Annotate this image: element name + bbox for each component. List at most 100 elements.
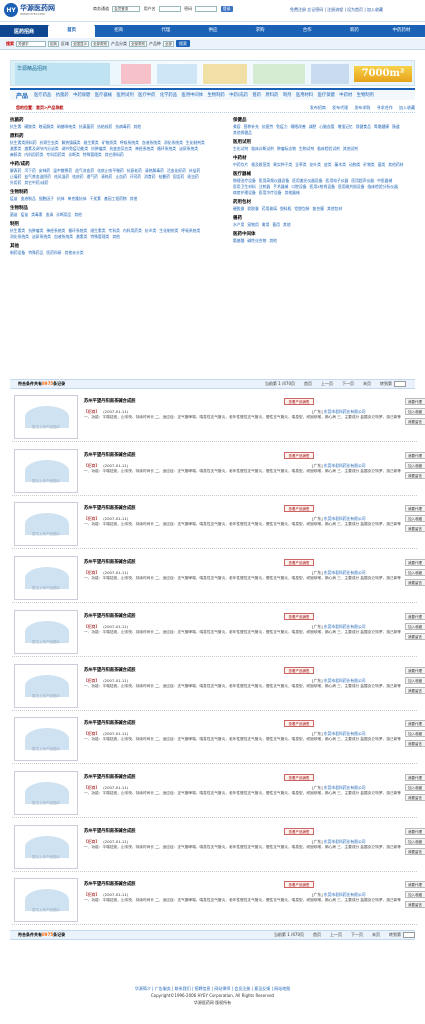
category-link[interactable]: 医用超声仪器 (351, 178, 374, 183)
category-link[interactable]: 温中散寒药 (53, 168, 72, 173)
message-button[interactable]: 我要留言 (405, 525, 425, 533)
category-link[interactable]: 生化制剂类 (159, 228, 178, 233)
category-link[interactable]: 制药设备 (10, 250, 25, 255)
category-link[interactable]: 免疫力 (276, 124, 287, 129)
category-link[interactable]: 血液系统类 (54, 234, 73, 239)
category-link[interactable]: 外用药 (10, 180, 21, 185)
category-link[interactable]: 内科用药类 (24, 152, 43, 157)
agent-button[interactable]: 我要代理 (405, 881, 425, 889)
nav-item[interactable]: 供应 (189, 25, 236, 37)
category-link[interactable]: 生化制剂类 (186, 140, 205, 145)
category-link[interactable]: 禽用 (262, 222, 270, 227)
category-link[interactable]: 医药科研 (46, 250, 61, 255)
company-link[interactable]: 东莞市君科药业有限公司 (324, 678, 366, 683)
company-link[interactable]: 东莞市君科药业有限公司 (324, 731, 366, 736)
category-title[interactable]: 医药中间体 (233, 231, 418, 237)
category-link[interactable]: 抗衰老药 (127, 168, 142, 173)
product-nav-item[interactable]: 医疗药品 (34, 92, 51, 98)
message-button[interactable]: 我要留言 (405, 418, 425, 425)
nav-brand[interactable]: 医药招商 (0, 25, 48, 37)
category-link[interactable]: 喹诺酮类 (39, 124, 54, 129)
ad-banner[interactable]: 华源精品招商 7000m² (10, 60, 415, 86)
category-link[interactable]: 药用玻璃 (262, 206, 277, 211)
category-link[interactable]: 诊断用品 (56, 212, 71, 217)
category-link[interactable]: 麻醉类 (10, 152, 21, 157)
category-link[interactable]: 调节免疫功能类 (62, 146, 89, 151)
category-link[interactable]: 维生素类 (90, 228, 105, 233)
category-link[interactable]: 美容 (233, 124, 241, 129)
category-link[interactable]: 类毒素 (31, 212, 42, 217)
search-button[interactable]: 搜索 (176, 40, 190, 47)
category-link[interactable]: 物理治疗设备 (233, 178, 256, 183)
category-link[interactable]: 专科用药类 (46, 152, 65, 157)
category-link[interactable]: 其他 (283, 222, 291, 227)
category-link[interactable]: 中药饮片 (233, 162, 248, 167)
category-link[interactable]: 消化系统类 (10, 234, 29, 239)
category-link[interactable]: 医用高频仪器设备 (259, 178, 289, 183)
agent-button[interactable]: 我要代理 (405, 773, 425, 781)
quick-link[interactable]: 发布求购 (354, 105, 370, 110)
category-link[interactable]: 专科类 (109, 228, 120, 233)
product-title[interactable]: 苏州平望丹阳南茶碱合成胶 (84, 720, 136, 726)
category-link[interactable]: 肠道 (392, 124, 400, 129)
product-thumbnail[interactable]: 暂无上传产品图片 (14, 878, 78, 923)
last-page-link[interactable]: 末页 (372, 932, 380, 938)
category-link[interactable]: 花叶类 (310, 162, 321, 167)
favorite-button[interactable]: 加入收藏 (405, 461, 425, 469)
category-link[interactable]: 抗生素类原料药 (10, 140, 37, 145)
category-link[interactable]: 抗生素类 (10, 228, 25, 233)
category-title[interactable]: 原料药 (10, 133, 210, 139)
page-number-input[interactable] (403, 932, 415, 938)
product-nav-item[interactable]: 生物制药 (208, 92, 225, 98)
category-link[interactable]: 内科用药类 (123, 228, 142, 233)
category-link[interactable]: 抗体 (57, 196, 65, 201)
category-link[interactable]: 基因工程药物 (104, 196, 127, 201)
prev-page-link[interactable]: 上一页 (330, 932, 342, 938)
product-thumbnail[interactable]: 暂无上传产品图片 (14, 556, 78, 601)
category-link[interactable]: 抗病毒药 (115, 124, 130, 129)
site-logo[interactable]: HY 华源医药网 WWW.HYEY.COM (4, 3, 55, 17)
product-category-select[interactable]: 全部类别 (129, 40, 147, 47)
category-link[interactable]: 医用磁共振设备 (338, 184, 365, 189)
category-link[interactable]: 疫苗 (21, 212, 29, 217)
category-link[interactable]: 活血化瘀药 (167, 168, 186, 173)
view-product-button[interactable]: 查看产品销售 (284, 451, 314, 459)
agent-button[interactable]: 我要代理 (405, 398, 425, 405)
message-button[interactable]: 我要留言 (405, 901, 425, 909)
quick-link[interactable]: 发布代理 (332, 105, 348, 110)
category-link[interactable]: 止痛药 (10, 174, 21, 179)
category-link[interactable]: 减肥 (309, 124, 317, 129)
category-link[interactable]: 驱虫药 (187, 174, 198, 179)
category-link[interactable]: 畜用 (272, 222, 280, 227)
category-link[interactable]: 矿物类 (363, 162, 374, 167)
product-title[interactable]: 苏州平望丹阳南茶碱合成胶 (84, 398, 136, 404)
product-nav-item[interactable]: 抗菌药 (56, 92, 69, 98)
product-thumbnail[interactable]: 暂无上传产品图片 (14, 609, 78, 654)
category-link[interactable]: 安神药 (39, 168, 50, 173)
category-link[interactable]: 生物试剂 (299, 146, 314, 151)
category-title[interactable]: 制剂 (10, 221, 210, 227)
favorite-button[interactable]: 加入收藏 (405, 569, 425, 577)
category-link[interactable]: 其它原料药 (105, 152, 124, 157)
category-link[interactable]: 抗结核药 (97, 124, 112, 129)
category-link[interactable]: 其他器械 (285, 190, 300, 195)
favorite-button[interactable]: 加入收藏 (405, 515, 425, 523)
category-link[interactable]: 塑料瓶 (280, 206, 291, 211)
product-title[interactable]: 苏州平望丹阳南茶碱合成胶 (84, 452, 136, 458)
category-link[interactable]: 果实种子类 (273, 162, 292, 167)
product-thumbnail[interactable]: 暂无上传产品图片 (14, 663, 78, 708)
category-link[interactable]: 保健食品 (356, 124, 371, 129)
first-page-link[interactable]: 首页 (313, 932, 321, 938)
category-link[interactable]: 循环系统类 (68, 228, 87, 233)
nav-item[interactable]: 合作 (284, 25, 331, 37)
category-link[interactable]: 医用冷疗设备 (259, 190, 282, 195)
view-product-button[interactable]: 查看产品销售 (284, 398, 314, 405)
view-product-button[interactable]: 查看产品销售 (284, 612, 314, 620)
category-link[interactable]: 激素类 (76, 234, 87, 239)
category-link[interactable]: 解表药 (10, 168, 21, 173)
category-link[interactable]: 营养补充 (244, 124, 259, 129)
product-nav-item[interactable]: 原料药 (265, 92, 278, 98)
category-link[interactable]: 医用卫生材料 (233, 184, 256, 189)
nav-item[interactable]: 新药 (331, 25, 378, 37)
category-link[interactable]: 其他包材 (327, 206, 342, 211)
